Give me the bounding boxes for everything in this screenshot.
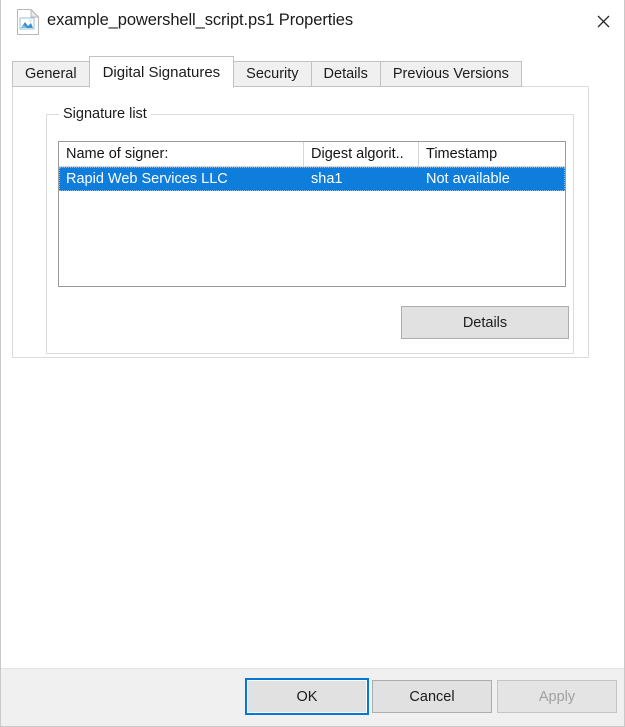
tab-previous-versions[interactable]: Previous Versions xyxy=(379,61,522,87)
list-header-row: Name of signer: Digest algorit.. Timesta… xyxy=(59,142,565,167)
cell-digest-algorithm: sha1 xyxy=(311,171,343,187)
close-icon[interactable] xyxy=(580,0,624,42)
tab-label: Security xyxy=(246,66,299,82)
ok-button[interactable]: OK xyxy=(247,680,367,713)
dialog-button-bar: OK Cancel Apply xyxy=(1,668,624,726)
signature-list-legend: Signature list xyxy=(59,106,151,122)
column-header-digest-algorithm[interactable]: Digest algorit.. xyxy=(304,142,419,166)
cell-timestamp: Not available xyxy=(426,171,510,187)
column-header-name-of-signer[interactable]: Name of signer: xyxy=(59,142,304,166)
table-row[interactable]: Rapid Web Services LLC sha1 Not availabl… xyxy=(59,167,565,191)
properties-dialog: example_powershell_script.ps1 Properties… xyxy=(0,0,625,727)
cancel-button[interactable]: Cancel xyxy=(372,680,492,713)
file-script-icon xyxy=(16,8,40,35)
window-title: example_powershell_script.ps1 Properties xyxy=(47,11,353,29)
signature-list-view[interactable]: Name of signer: Digest algorit.. Timesta… xyxy=(58,141,566,287)
tab-digital-signatures[interactable]: Digital Signatures xyxy=(88,56,235,88)
tab-label: General xyxy=(25,66,77,82)
apply-button[interactable]: Apply xyxy=(497,680,617,713)
tab-label: Details xyxy=(323,66,368,82)
tab-general[interactable]: General xyxy=(12,61,90,87)
tab-strip: General Digital Signatures Security Deta… xyxy=(12,56,522,88)
cell-name-of-signer: Rapid Web Services LLC xyxy=(66,171,228,187)
tab-label: Previous Versions xyxy=(392,66,509,82)
tab-details[interactable]: Details xyxy=(310,61,381,87)
tab-security[interactable]: Security xyxy=(233,61,312,87)
title-bar: example_powershell_script.ps1 Properties xyxy=(1,0,624,47)
column-header-timestamp[interactable]: Timestamp xyxy=(419,142,565,166)
details-button[interactable]: Details xyxy=(401,306,569,339)
tab-label: Digital Signatures xyxy=(102,63,221,81)
